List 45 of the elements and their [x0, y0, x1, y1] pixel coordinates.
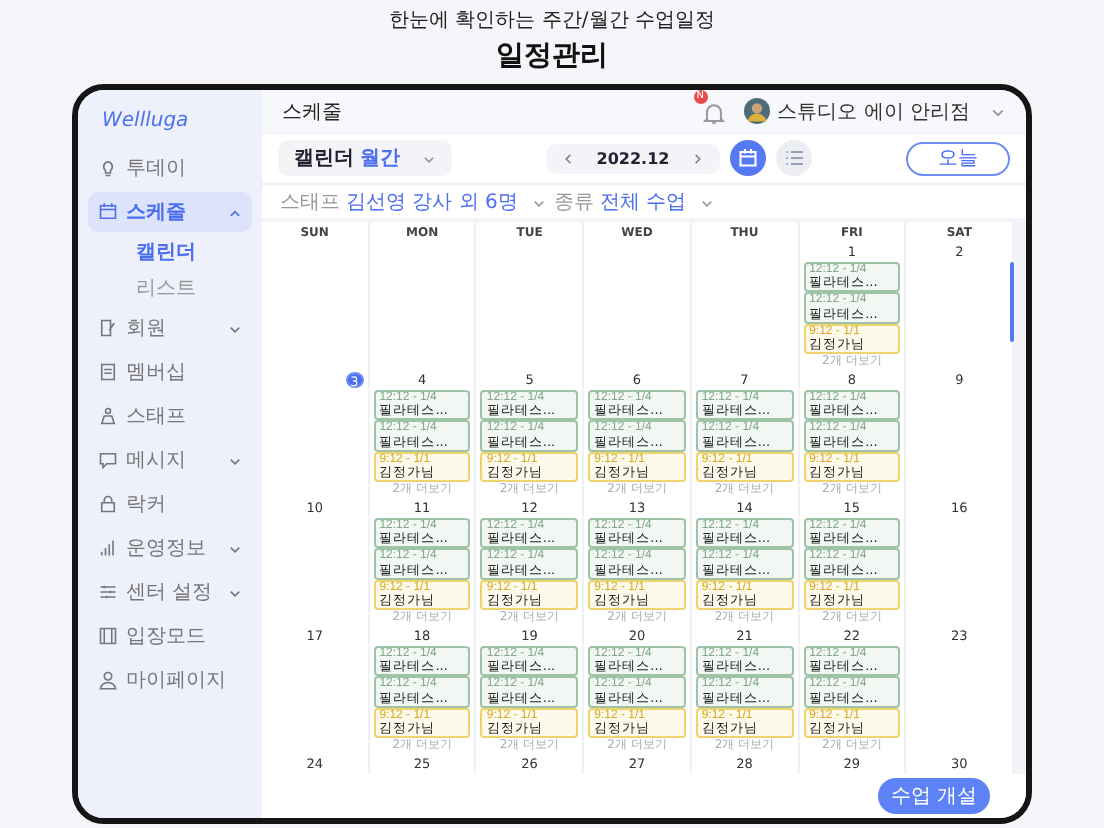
avatar	[743, 98, 770, 124]
sidebar-item[interactable]: 입장모드	[88, 616, 252, 656]
calendar-view-button[interactable]	[729, 140, 766, 176]
bulb-icon	[98, 158, 118, 178]
sidebar-item[interactable]: 스태프	[88, 396, 252, 436]
sidebar-item[interactable]: 투데이	[88, 148, 252, 188]
chevron-icon	[422, 151, 436, 165]
sidebar-item[interactable]: 메시지	[88, 440, 252, 480]
sidebar-item[interactable]: 마이페이지	[88, 660, 252, 700]
door-icon	[98, 626, 118, 646]
screen-title: 스케줄	[282, 99, 342, 125]
list-view-button[interactable]	[775, 140, 812, 176]
sidebar-item[interactable]: 운영정보	[88, 528, 252, 568]
sidebar-item[interactable]: 센터 설정	[88, 572, 252, 612]
sidebar-item[interactable]: 멤버십	[88, 352, 252, 392]
scrollbar[interactable]	[1010, 262, 1014, 342]
card-icon	[98, 362, 118, 382]
people-icon	[98, 406, 118, 426]
today-button[interactable]: 오늘	[906, 141, 1010, 175]
bar-chart-icon	[98, 538, 118, 558]
calendar-icon	[98, 202, 118, 222]
subtitle: 한눈에 확인하는 주간/월간 수업일정	[389, 8, 715, 34]
calendar-icon	[735, 146, 760, 170]
sidebar-item[interactable]: 회원	[88, 308, 252, 348]
edit-icon	[98, 318, 118, 338]
submenu-item[interactable]: 캘린더	[88, 236, 252, 268]
sidebar-item[interactable]: 락커	[88, 484, 252, 524]
next-icon[interactable]	[689, 151, 704, 165]
chevron-icon	[531, 195, 546, 209]
create-class-button[interactable]: 수업 개설	[878, 778, 990, 814]
page-title: 일정관리	[496, 38, 608, 74]
bell-icon[interactable]	[699, 99, 728, 127]
logo: Wellluga	[102, 110, 191, 132]
filter-dropdown[interactable]: 종류 전체 수업	[553, 188, 715, 216]
user-name: 스튜디오 에이 안리점	[777, 99, 970, 125]
filter-dropdown[interactable]: 스태프 김선영 강사 외 6명	[280, 188, 546, 216]
chevron-icon	[700, 195, 715, 209]
view-select[interactable]: 캘린더 월간	[278, 140, 452, 176]
lock-icon	[98, 494, 118, 514]
month-label: 2022.12	[596, 149, 670, 167]
previous-icon[interactable]	[562, 151, 577, 165]
list-icon	[781, 146, 806, 170]
sliders-icon	[98, 582, 118, 602]
person-icon	[98, 670, 118, 690]
chat-icon	[98, 450, 118, 470]
